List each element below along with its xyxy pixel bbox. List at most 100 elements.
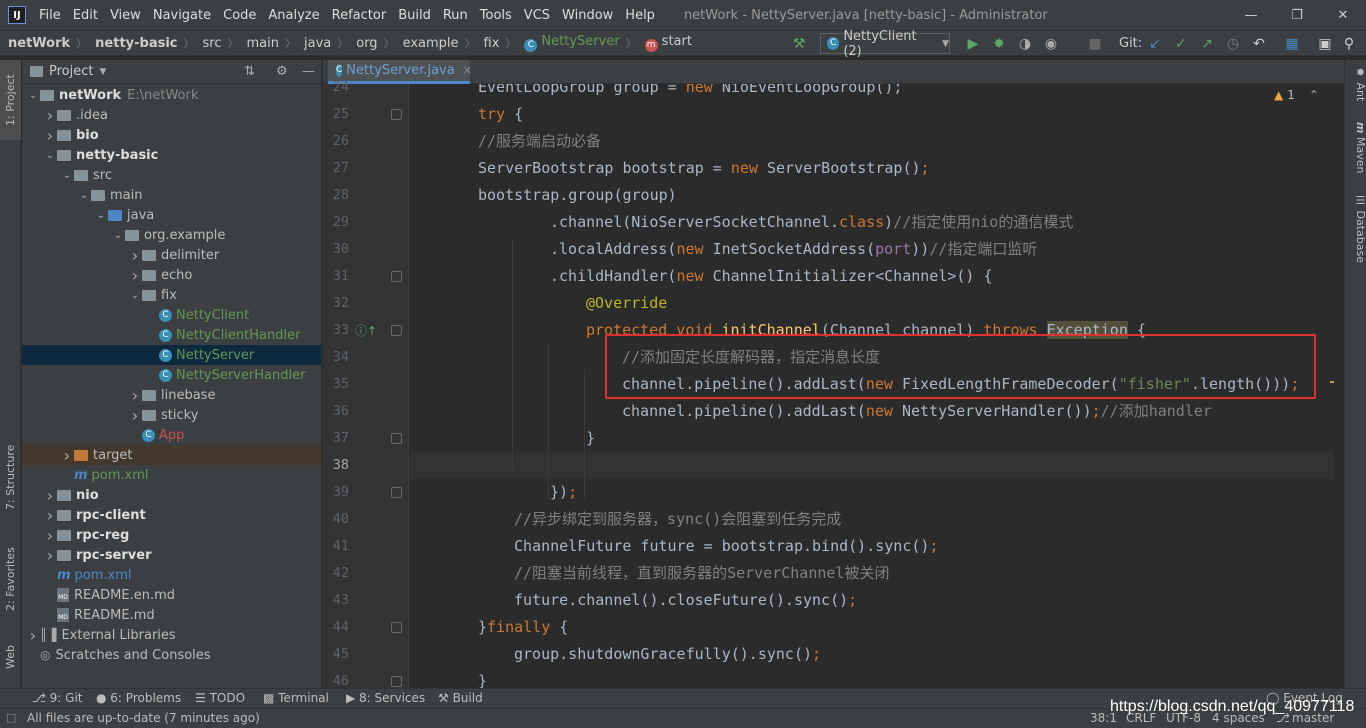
tree-item-scratches-and-consoles[interactable]: ◎ Scratches and Consoles (22, 645, 321, 665)
breadcrumb-item-network[interactable]: netWork (0, 36, 70, 51)
breadcrumb-item-example[interactable]: example (395, 36, 459, 51)
rollback-icon[interactable]: ↶ (1250, 35, 1268, 53)
breadcrumb-item-src[interactable]: src (195, 36, 222, 51)
fold-marker-icon[interactable] (391, 271, 402, 282)
chevron-right-icon[interactable]: › (26, 626, 40, 645)
tree-item--idea[interactable]: › .idea (22, 105, 321, 125)
git-push-icon[interactable]: ↗ (1198, 35, 1216, 53)
breadcrumb-item-netty-basic[interactable]: netty-basic (87, 36, 177, 51)
tree-item-delimiter[interactable]: › delimiter (22, 245, 321, 265)
presentation-icon[interactable]: ▣ (1316, 35, 1334, 53)
search-everywhere-icon[interactable]: ⚲ (1340, 35, 1358, 53)
chevron-right-icon[interactable]: › (128, 406, 142, 425)
chevron-right-icon[interactable]: › (60, 446, 74, 465)
tree-item-src[interactable]: ⌄ src (22, 165, 321, 185)
breadcrumb-item-main[interactable]: main (239, 36, 279, 51)
tree-item-org-example[interactable]: ⌄ org.example (22, 225, 321, 245)
build-hammer-icon[interactable]: ⚒ (790, 35, 808, 53)
tree-item-nettyclient[interactable]: C NettyClient (22, 305, 321, 325)
tree-item-nettyclienthandler[interactable]: C NettyClientHandler (22, 325, 321, 345)
breadcrumb-item-start[interactable]: m start (637, 34, 692, 52)
coverage-icon[interactable]: ◑ (1016, 35, 1034, 53)
chevron-down-icon[interactable]: ⌄ (94, 210, 108, 221)
chevron-down-icon[interactable]: ⌄ (128, 290, 142, 301)
breadcrumb-item-fix[interactable]: fix (476, 36, 500, 51)
menu-vcs[interactable]: VCS (519, 8, 557, 23)
tree-item-network[interactable]: ⌄ netWork E:\netWork (22, 85, 321, 105)
close-icon[interactable]: ✕ (1320, 0, 1366, 30)
tree-item-linebase[interactable]: › linebase (22, 385, 321, 405)
chevron-right-icon[interactable]: › (43, 486, 57, 505)
tree-item-rpc-client[interactable]: › rpc-client (22, 505, 321, 525)
git-history-icon[interactable]: ◷ (1224, 35, 1242, 53)
project-tool-tab[interactable]: 1: Project (0, 60, 21, 140)
debug-icon[interactable]: ✸ (990, 35, 1008, 53)
minimize-icon[interactable]: — (1228, 0, 1274, 30)
chevron-down-icon[interactable]: ⌄ (77, 190, 91, 201)
menu-view[interactable]: View (105, 8, 148, 23)
tree-item-readme-md[interactable]: MD README.md (22, 605, 321, 625)
fold-marker-icon[interactable] (391, 487, 402, 498)
gear-icon[interactable]: ⚙ (276, 64, 288, 79)
web-tool-tab[interactable]: Web (0, 632, 21, 682)
menu-navigate[interactable]: Navigate (148, 8, 218, 23)
menu-analyze[interactable]: Analyze (263, 8, 326, 23)
build-tool-button[interactable]: ⚒ Build (438, 691, 483, 705)
tree-item-main[interactable]: ⌄ main (22, 185, 321, 205)
tree-item-pom-xml[interactable]: m pom.xml (22, 565, 321, 585)
git-commit-icon[interactable]: ✓ (1172, 35, 1190, 53)
chevron-right-icon[interactable]: › (128, 386, 142, 405)
problems-tool-button[interactable]: ● 6: Problems (96, 691, 181, 705)
breadcrumb-item-org[interactable]: org (348, 36, 377, 51)
tree-item-java[interactable]: ⌄ java (22, 205, 321, 225)
favorites-tool-tab[interactable]: 2: Favorites (0, 534, 21, 624)
chevron-down-icon[interactable]: ▼ (99, 67, 106, 77)
fold-marker-icon[interactable] (391, 109, 402, 120)
chevron-down-icon[interactable]: ⌄ (43, 150, 57, 161)
fold-marker-icon[interactable] (391, 433, 402, 444)
terminal-tool-button[interactable]: ▩ Terminal (263, 691, 329, 705)
tree-item-bio[interactable]: › bio (22, 125, 321, 145)
database-tool-tab[interactable]: ☰ Database (1347, 194, 1366, 263)
chevron-right-icon[interactable]: › (43, 506, 57, 525)
maven-tool-tab[interactable]: m Maven (1347, 122, 1366, 173)
tree-item-nio[interactable]: › nio (22, 485, 321, 505)
profile-icon[interactable]: ◉ (1042, 35, 1060, 53)
tree-item-fix[interactable]: ⌄ fix (22, 285, 321, 305)
ant-tool-tab[interactable]: ✹ Ant (1347, 66, 1366, 101)
services-tool-button[interactable]: ▶ 8: Services (346, 691, 425, 705)
tree-item-rpc-reg[interactable]: › rpc-reg (22, 525, 321, 545)
run-configuration-select[interactable]: C NettyClient (2) ▼ (820, 29, 950, 59)
project-structure-icon[interactable]: ▦ (1283, 35, 1301, 53)
hide-panel-icon[interactable]: — (302, 64, 315, 79)
tree-item-readme-en-md[interactable]: MD README.en.md (22, 585, 321, 605)
chevron-right-icon[interactable]: › (43, 546, 57, 565)
tree-item-echo[interactable]: › echo (22, 265, 321, 285)
close-tab-icon[interactable]: ✕ (463, 64, 472, 77)
tree-item-sticky[interactable]: › sticky (22, 405, 321, 425)
tab-nettyserver-java[interactable]: C NettyServer.java ✕ (328, 60, 472, 84)
tree-item-external-libraries[interactable]: › ║▐ External Libraries (22, 625, 321, 645)
collapse-all-icon[interactable]: ⇅ (244, 64, 255, 79)
fold-marker-icon[interactable] (391, 676, 402, 687)
chevron-right-icon[interactable]: › (43, 126, 57, 145)
restore-icon[interactable]: ❐ (1274, 0, 1320, 30)
tree-item-nettyserver[interactable]: C NettyServer (22, 345, 321, 365)
tree-item-rpc-server[interactable]: › rpc-server (22, 545, 321, 565)
todo-tool-button[interactable]: ☰ TODO (195, 691, 245, 705)
menu-file[interactable]: File (34, 8, 68, 23)
menu-help[interactable]: Help (620, 8, 662, 23)
menu-refactor[interactable]: Refactor (327, 8, 394, 23)
menu-run[interactable]: Run (438, 8, 475, 23)
tree-item-app[interactable]: C App (22, 425, 321, 445)
run-icon[interactable]: ▶ (964, 35, 982, 53)
menu-code[interactable]: Code (218, 8, 263, 23)
menu-build[interactable]: Build (393, 8, 438, 23)
git-tool-button[interactable]: ⎇ 9: Git (32, 691, 83, 705)
chevron-down-icon[interactable]: ⌄ (60, 170, 74, 181)
toggle-tool-windows-icon[interactable]: □ (6, 711, 16, 724)
menu-edit[interactable]: Edit (68, 8, 105, 23)
chevron-right-icon[interactable]: › (128, 246, 142, 265)
chevron-down-icon[interactable]: ⌄ (26, 90, 40, 101)
project-view-select[interactable]: Project (49, 64, 93, 79)
